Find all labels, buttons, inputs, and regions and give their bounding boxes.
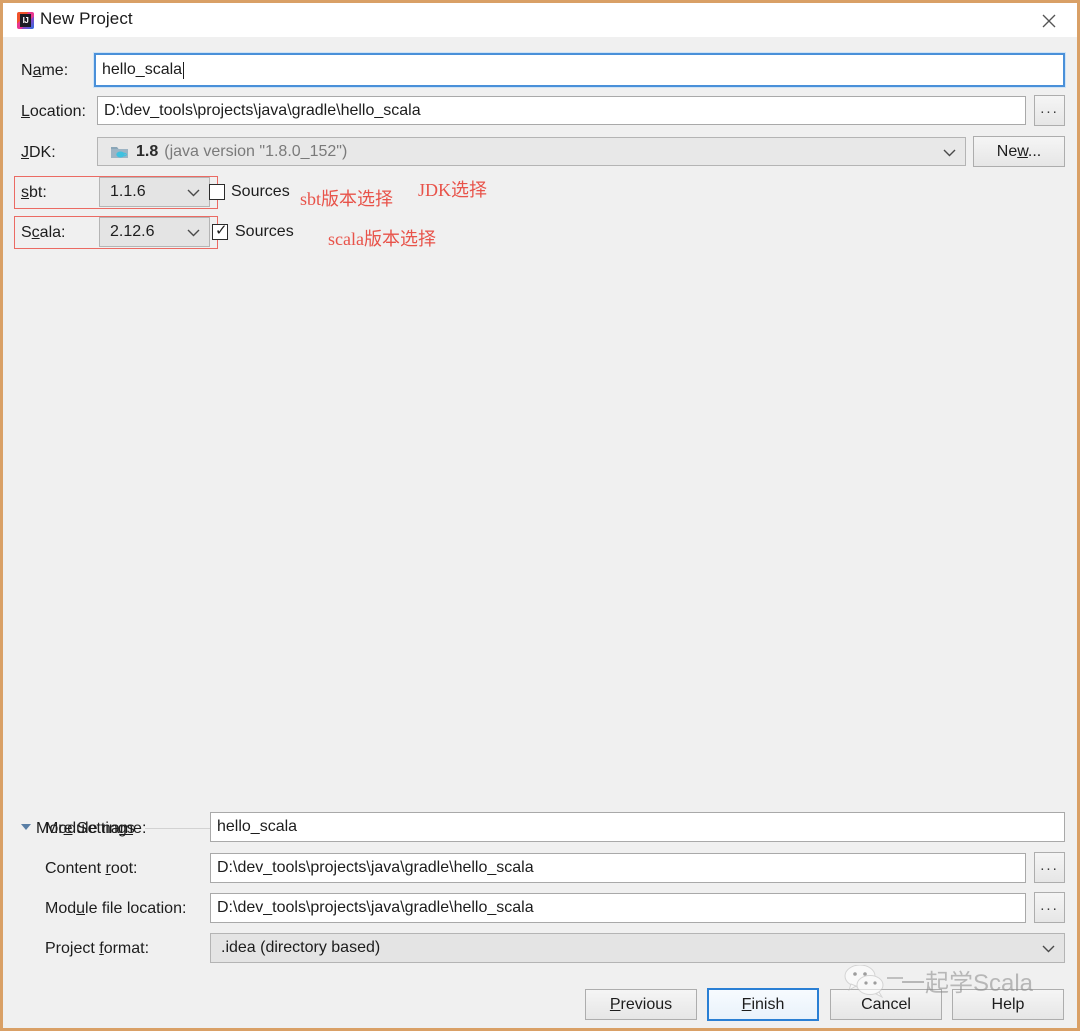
text-caret	[183, 61, 185, 79]
more-settings-toggle-icon[interactable]	[21, 824, 31, 830]
cancel-button-label: Cancel	[861, 995, 911, 1013]
module-file-location-input[interactable]: D:\dev_tools\projects\java\gradle\hello_…	[210, 893, 1026, 923]
new-jdk-button-label: New...	[996, 142, 1042, 160]
help-button-label: Help	[991, 995, 1025, 1013]
previous-button-label: Previous	[609, 995, 673, 1013]
cancel-button[interactable]: Cancel	[830, 989, 942, 1020]
dialog-body: Name: hello_scala Location: D:\dev_tools…	[3, 37, 1077, 1028]
scala-sources-checkbox[interactable]: ✓	[212, 222, 228, 240]
scala-version-combo[interactable]: 2.12.6	[99, 217, 210, 247]
content-root-input[interactable]: D:\dev_tools\projects\java\gradle\hello_…	[210, 853, 1026, 883]
jdk-folder-java-icon	[111, 146, 128, 158]
chevron-down-icon	[1042, 945, 1055, 953]
module-name-input[interactable]: hello_scala	[210, 812, 1065, 842]
project-format-combo[interactable]: .idea (directory based)	[210, 933, 1065, 963]
finish-button[interactable]: Finish	[707, 988, 819, 1021]
module-file-location-label: Module file location:	[45, 900, 187, 917]
project-format-value: .idea (directory based)	[221, 939, 381, 956]
title-bar: IJ New Project	[3, 3, 1077, 38]
content-root-browse-button[interactable]: ...	[1034, 852, 1065, 883]
new-jdk-button[interactable]: New...	[973, 136, 1065, 167]
checkmark-icon: ✓	[215, 222, 228, 239]
location-input-value: D:\dev_tools\projects\java\gradle\hello_…	[104, 101, 421, 119]
project-format-label: Project format:	[45, 940, 150, 957]
sbt-version-value: 1.1.6	[110, 183, 146, 200]
app-icon-label: IJ	[20, 14, 31, 27]
location-label: Location:	[21, 103, 86, 120]
sbt-annotation: sbt版本选择	[300, 189, 394, 209]
help-button[interactable]: Help	[952, 989, 1064, 1020]
sbt-label: sbt:	[21, 184, 47, 201]
close-icon[interactable]	[1027, 3, 1073, 36]
previous-button[interactable]: Previous	[585, 989, 697, 1020]
jdk-label: JDK:	[21, 144, 56, 161]
intellij-idea-icon: IJ	[17, 12, 34, 29]
jdk-combo[interactable]: 1.8 (java version "1.8.0_152")	[97, 137, 966, 166]
scala-label: Scala:	[21, 224, 66, 241]
location-browse-button[interactable]: ...	[1034, 95, 1065, 126]
module-name-label: Module name:	[45, 820, 147, 837]
jdk-version: 1.8	[136, 142, 159, 160]
scala-version-value: 2.12.6	[110, 223, 155, 240]
new-project-dialog-window: IJ New Project Name: hello_scala Locatio…	[0, 0, 1080, 1031]
sbt-sources-label: Sources	[231, 183, 290, 200]
scala-sources-label: Sources	[235, 223, 294, 240]
chevron-down-icon	[187, 229, 200, 237]
module-name-value: hello_scala	[217, 818, 298, 835]
location-input[interactable]: D:\dev_tools\projects\java\gradle\hello_…	[97, 96, 1026, 125]
name-input-value: hello_scala	[102, 61, 183, 78]
jdk-annotation: JDK选择	[418, 180, 488, 200]
name-label: Name:	[21, 62, 69, 79]
scala-annotation: scala版本选择	[328, 229, 436, 249]
close-glyph	[1042, 14, 1056, 28]
content-root-label: Content root:	[45, 860, 138, 877]
jdk-version-detail: (java version "1.8.0_152")	[164, 142, 348, 160]
sbt-version-combo[interactable]: 1.1.6	[99, 177, 210, 207]
name-input[interactable]: hello_scala	[93, 52, 1066, 88]
module-file-location-value: D:\dev_tools\projects\java\gradle\hello_…	[217, 899, 534, 916]
content-root-value: D:\dev_tools\projects\java\gradle\hello_…	[217, 859, 534, 876]
module-file-location-browse-button[interactable]: ...	[1034, 892, 1065, 923]
finish-button-label: Finish	[741, 995, 785, 1013]
sbt-sources-checkbox[interactable]	[209, 184, 225, 200]
chevron-down-icon	[943, 149, 956, 156]
chevron-down-icon	[187, 189, 200, 197]
window-title: New Project	[40, 9, 133, 28]
